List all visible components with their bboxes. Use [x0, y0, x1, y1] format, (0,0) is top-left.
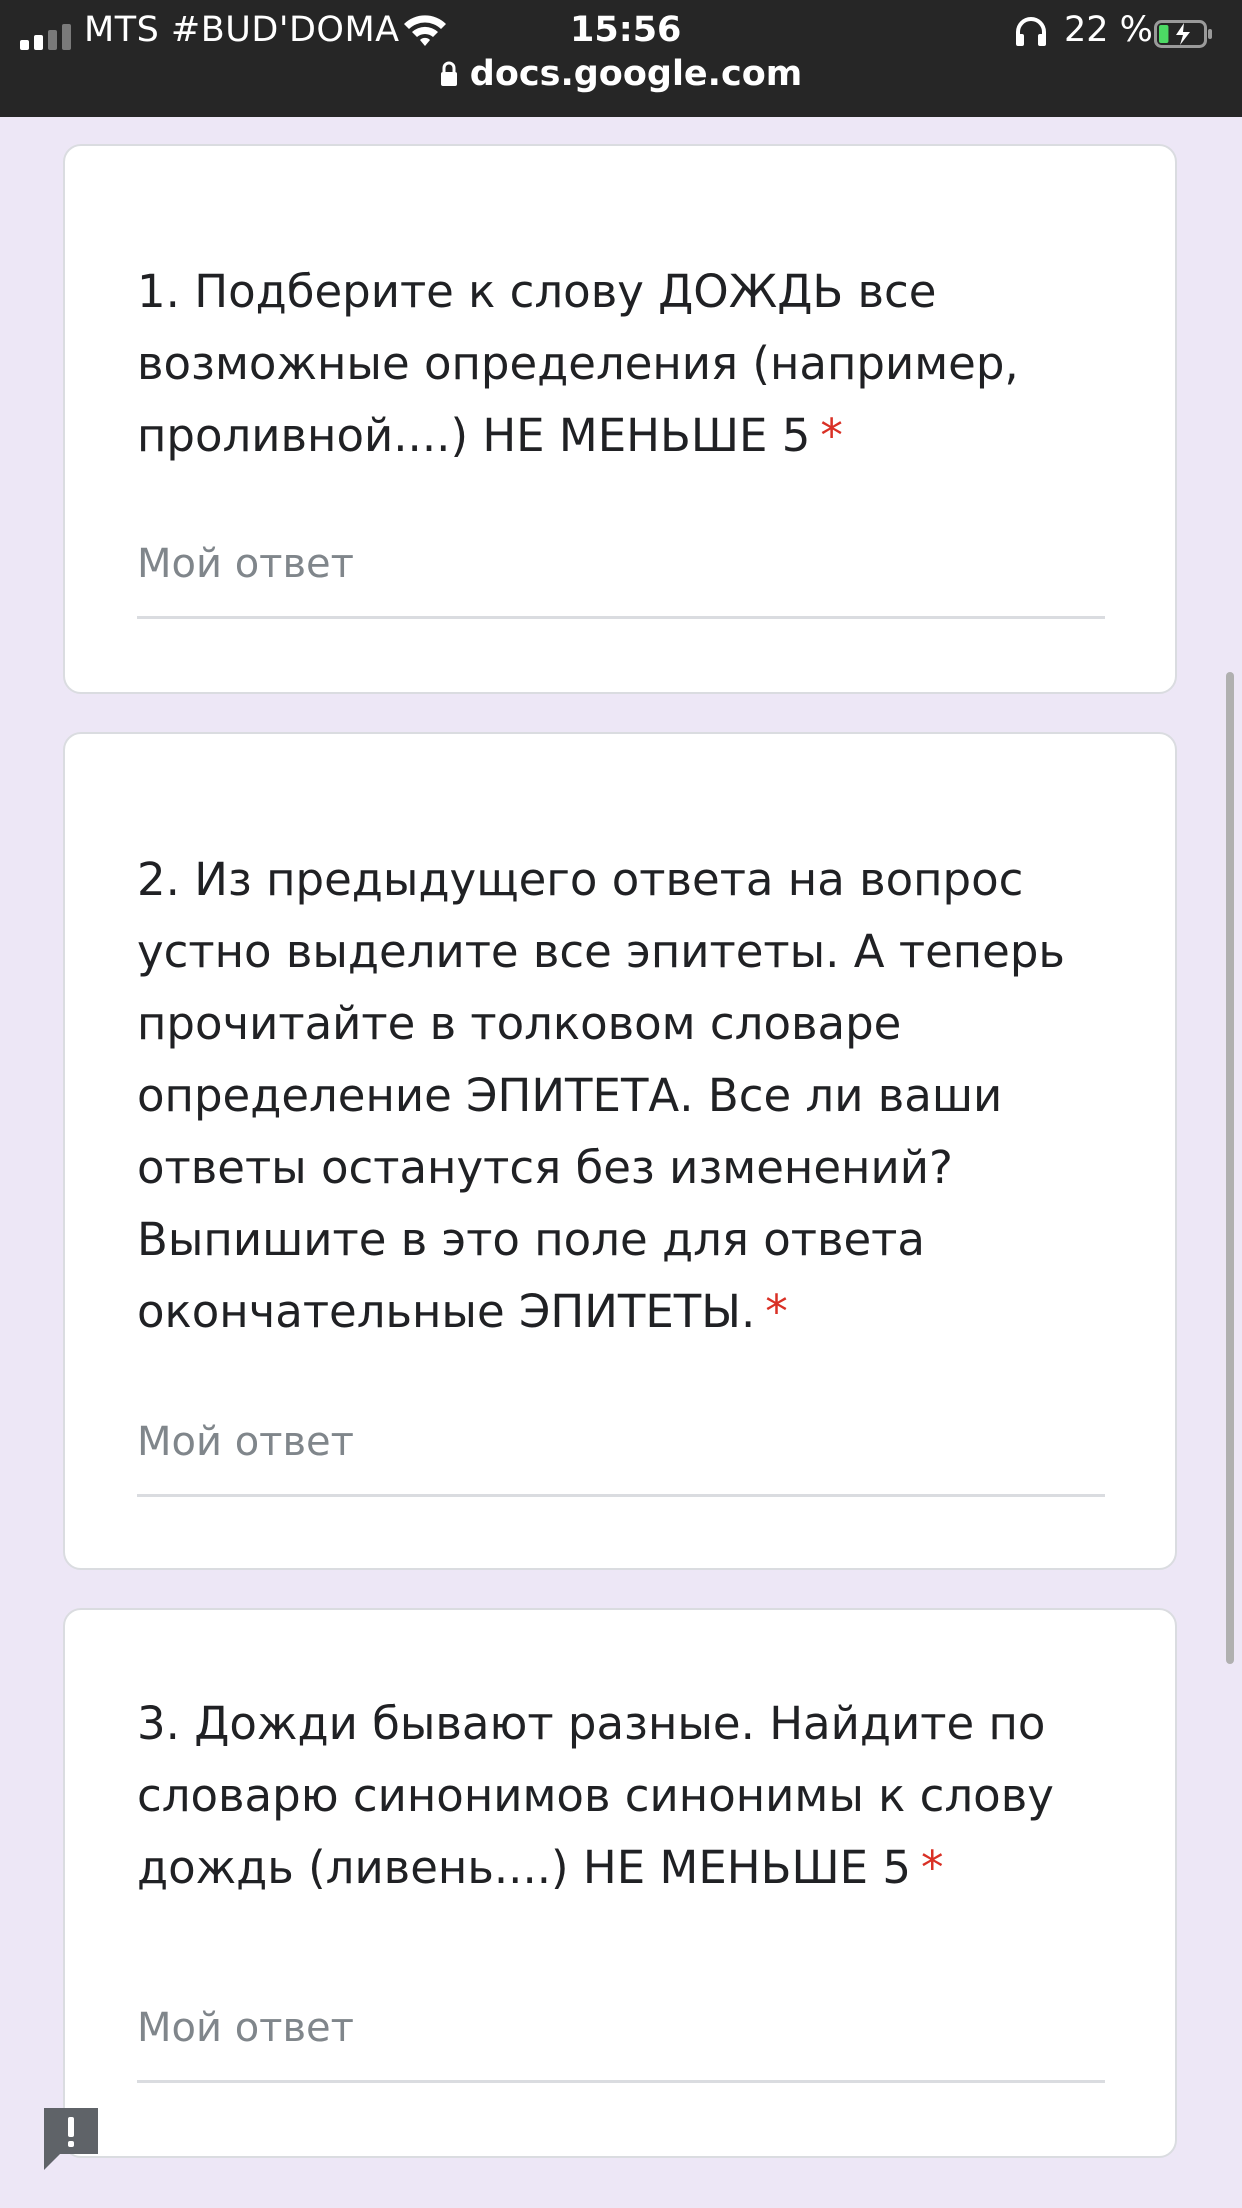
status-bar: MTS #BUD'DOMA 15:56 22 % docs.google.com	[0, 0, 1242, 117]
question-card-3: 3. Дожди бывают разные. Найдите по слова…	[63, 1608, 1177, 2158]
wifi-icon	[404, 15, 446, 46]
question-label: 1. Подберите к слову ДОЖДЬ все возможные…	[137, 265, 1019, 462]
question-card-1: 1. Подберите к слову ДОЖДЬ все возможные…	[63, 144, 1177, 694]
required-asterisk: *	[765, 1285, 788, 1338]
battery-icon	[1154, 20, 1212, 48]
signal-icon	[20, 24, 71, 50]
answer-input[interactable]	[137, 1990, 1105, 2083]
carrier-name: MTS #BUD'DOMA	[84, 10, 400, 50]
question-text: 3. Дожди бывают разные. Найдите по слова…	[137, 1688, 1097, 1904]
url-text[interactable]: docs.google.com	[470, 54, 802, 94]
question-text: 2. Из предыдущего ответа на вопрос устно…	[137, 844, 1097, 1348]
lock-icon	[440, 61, 457, 86]
question-label: 2. Из предыдущего ответа на вопрос устно…	[137, 853, 1065, 1338]
question-label: 3. Дожди бывают разные. Найдите по слова…	[137, 1697, 1054, 1894]
answer-input[interactable]	[137, 526, 1105, 619]
battery-percent: 22 %	[1064, 10, 1153, 50]
clock: 15:56	[570, 10, 682, 50]
question-text: 1. Подберите к слову ДОЖДЬ все возможные…	[137, 256, 1097, 472]
headphones-icon	[1016, 17, 1046, 46]
question-card-2: 2. Из предыдущего ответа на вопрос устно…	[63, 732, 1177, 1570]
answer-input[interactable]	[137, 1404, 1105, 1497]
scrollbar[interactable]	[1226, 672, 1234, 1664]
required-asterisk: *	[920, 1841, 944, 1894]
feedback-icon[interactable]	[40, 2104, 102, 2172]
required-asterisk: *	[820, 409, 843, 462]
